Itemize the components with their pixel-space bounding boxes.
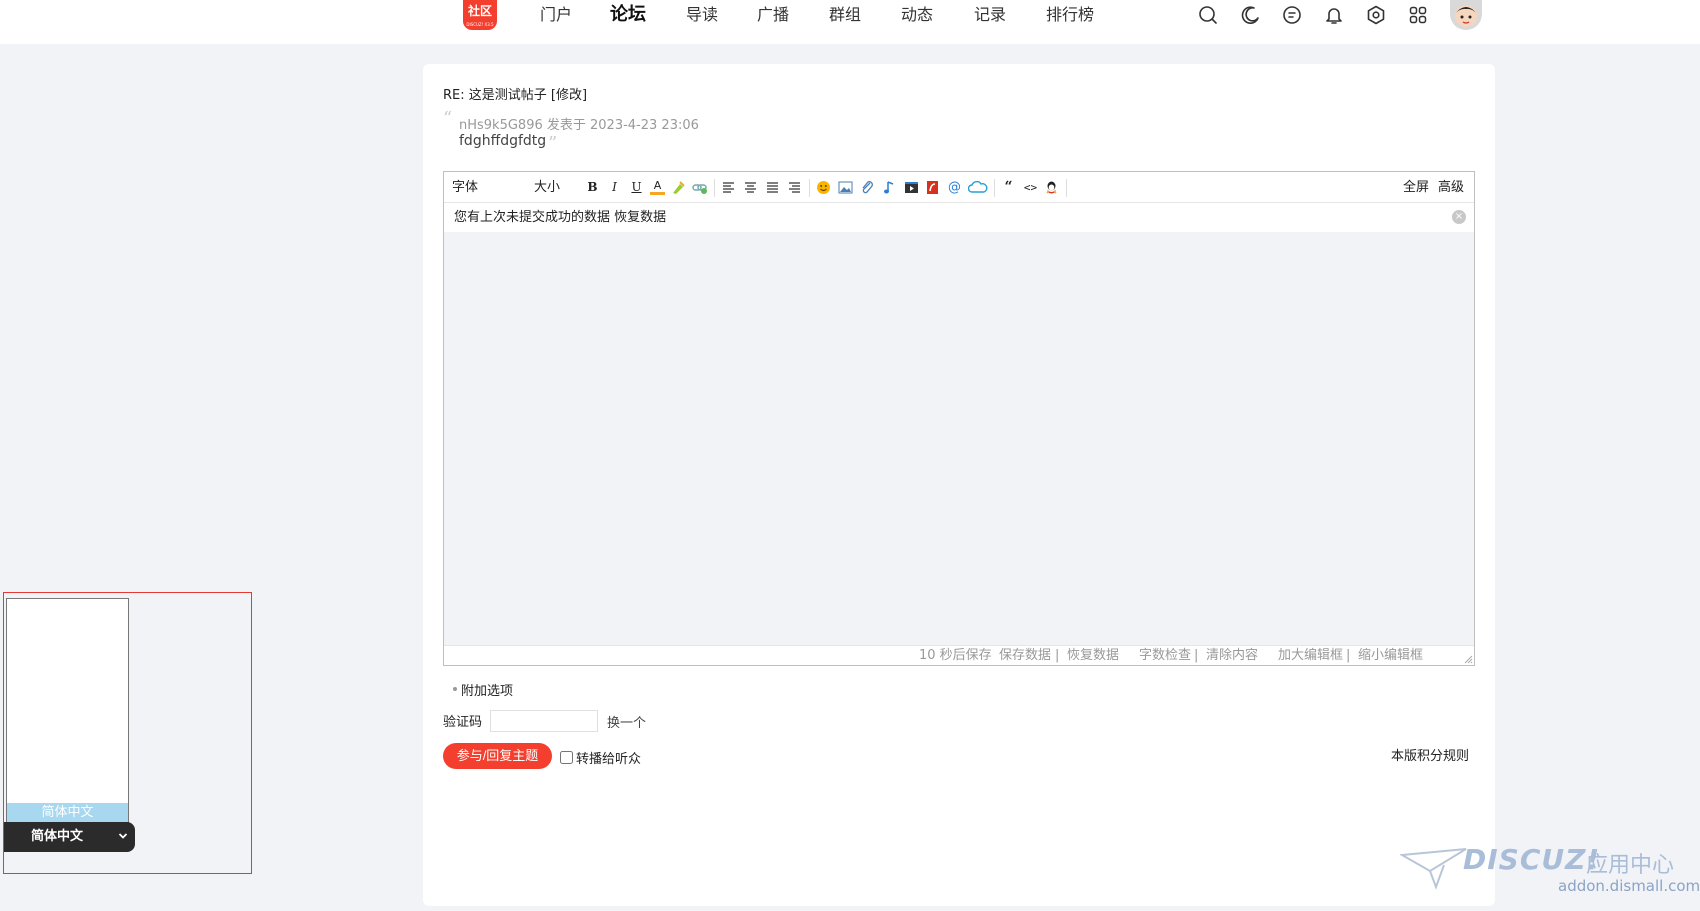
toolbar-divider xyxy=(714,179,715,197)
status-separator: | xyxy=(1055,648,1060,663)
nav-broadcast[interactable]: 广播 xyxy=(757,0,789,30)
status-separator: | xyxy=(1194,648,1199,663)
quote-open-mark: “ xyxy=(443,108,453,129)
language-selected-label: 简体中文 xyxy=(31,829,84,844)
music-icon[interactable] xyxy=(882,180,897,195)
watermark-url: addon.dismall.com xyxy=(1558,877,1700,895)
status-separator: | xyxy=(1346,648,1351,663)
language-selector[interactable]: 简体中文 xyxy=(4,822,135,852)
relay-option[interactable]: 转播给听众 xyxy=(560,748,641,767)
size-dropdown[interactable]: 大小 xyxy=(534,172,560,203)
resize-handle-icon[interactable] xyxy=(1463,654,1473,664)
bell-icon[interactable] xyxy=(1323,4,1345,26)
bold-button[interactable]: B xyxy=(585,180,600,195)
avatar-face-icon xyxy=(1455,5,1477,27)
cloud-icon[interactable] xyxy=(968,180,988,195)
quote-body: fdghffdgfdtg xyxy=(459,133,547,149)
extra-options-label: 附加选项 xyxy=(461,684,514,699)
emoji-icon[interactable] xyxy=(816,180,831,195)
align-left-icon[interactable] xyxy=(721,180,736,195)
search-icon[interactable] xyxy=(1197,4,1219,26)
nav-forum[interactable]: 论坛 xyxy=(610,0,646,30)
toolbar-divider xyxy=(809,179,810,197)
relay-checkbox[interactable] xyxy=(560,751,573,764)
extra-options-toggle[interactable]: 附加选项 xyxy=(451,680,513,699)
align-justify-icon[interactable] xyxy=(765,180,780,195)
image-icon[interactable] xyxy=(838,180,853,195)
moon-icon[interactable] xyxy=(1239,4,1261,26)
nav-records[interactable]: 记录 xyxy=(974,0,1006,30)
logo-subtext: DISCUZ! X3.5 xyxy=(466,22,494,27)
toolbar-divider xyxy=(1066,179,1067,197)
italic-button[interactable]: I xyxy=(607,180,622,195)
settings-icon[interactable] xyxy=(1365,4,1387,26)
shrink-editor-link[interactable]: 缩小编辑框 xyxy=(1358,646,1423,665)
enlarge-editor-link[interactable]: 加大编辑框 xyxy=(1278,646,1343,665)
underline-button[interactable]: U xyxy=(629,180,644,195)
editor-toolbar: 字体 大小 B I U A @ “ <> 全屏 高级 xyxy=(444,172,1474,203)
relay-label: 转播给听众 xyxy=(576,752,642,767)
grid-icon[interactable] xyxy=(1407,4,1429,26)
discuz-watermark: DISCUZ! 应用中心 addon.dismall.com xyxy=(1400,843,1700,903)
highlight-icon[interactable] xyxy=(671,180,686,195)
quote-button[interactable]: “ xyxy=(1001,180,1016,195)
advanced-mode-button[interactable]: 高级 xyxy=(1438,172,1464,203)
captcha-label: 验证码 xyxy=(443,715,483,730)
chevron-down-icon xyxy=(118,833,128,839)
top-navigation-bar: 社区 DISCUZ! X3.5 门户 论坛 导读 广播 群组 动态 记录 排行榜 xyxy=(0,0,1700,44)
nav-guide[interactable]: 导读 xyxy=(686,0,718,30)
code-button[interactable]: <> xyxy=(1022,180,1039,195)
editor-status-bar: 10 秒后保存 保存数据 | 恢复数据 字数检查 | 清除内容 加大编辑框 | … xyxy=(444,645,1474,665)
unsaved-data-notice: 您有上次未提交成功的数据 恢复数据 × xyxy=(444,203,1474,232)
align-center-icon[interactable] xyxy=(743,180,758,195)
flash-icon[interactable] xyxy=(925,180,940,195)
rich-text-editor: 字体 大小 B I U A @ “ <> 全屏 高级 您有上次未提交成功的数据 … xyxy=(443,171,1475,666)
qq-icon[interactable] xyxy=(1044,180,1059,195)
nav-activity[interactable]: 动态 xyxy=(901,0,933,30)
notice-text[interactable]: 您有上次未提交成功的数据 恢复数据 xyxy=(454,210,666,225)
nav-portal[interactable]: 门户 xyxy=(540,0,572,30)
font-color-button[interactable]: A xyxy=(650,180,665,195)
video-icon[interactable] xyxy=(904,180,919,195)
captcha-input[interactable] xyxy=(490,710,598,732)
link-icon[interactable] xyxy=(692,180,707,195)
message-icon[interactable] xyxy=(1281,4,1303,26)
forum-points-rules-link[interactable]: 本版积分规则 xyxy=(1391,745,1469,764)
align-right-icon[interactable] xyxy=(787,180,802,195)
word-count-link[interactable]: 字数检查 xyxy=(1139,646,1191,665)
clear-content-link[interactable]: 清除内容 xyxy=(1206,646,1258,665)
paper-plane-icon xyxy=(1400,848,1467,890)
logo-text: 社区 xyxy=(467,4,492,18)
site-logo[interactable]: 社区 DISCUZ! X3.5 xyxy=(463,0,497,30)
language-option-simplified-chinese[interactable]: 简体中文 xyxy=(7,803,128,823)
captcha-refresh-link[interactable]: 换一个 xyxy=(607,712,646,731)
autosave-countdown: 10 秒后保存 xyxy=(919,648,992,663)
nav-ranking[interactable]: 排行榜 xyxy=(1046,0,1094,30)
mention-button[interactable]: @ xyxy=(947,180,962,195)
watermark-brand: DISCUZ! xyxy=(1463,843,1601,876)
reply-title: RE: 这是测试帖子 [修改] xyxy=(443,88,588,103)
fullscreen-button[interactable]: 全屏 xyxy=(1403,172,1429,203)
restore-data-link[interactable]: 恢复数据 xyxy=(1067,646,1119,665)
save-data-link[interactable]: 保存数据 xyxy=(999,646,1051,665)
quote-close-mark: ” xyxy=(548,133,558,154)
quote-meta: nHs9k5G896 发表于 2023-4-23 23:06 xyxy=(459,118,699,133)
close-icon[interactable]: × xyxy=(1452,210,1466,224)
submit-reply-button[interactable]: 参与/回复主题 xyxy=(443,743,552,769)
watermark-app-center: 应用中心 xyxy=(1586,853,1675,878)
attachment-icon[interactable] xyxy=(860,180,875,195)
toolbar-divider xyxy=(994,179,995,197)
language-dropdown-list: 简体中文 xyxy=(6,598,129,824)
nav-groups[interactable]: 群组 xyxy=(829,0,861,30)
user-avatar[interactable] xyxy=(1450,0,1482,30)
font-dropdown[interactable]: 字体 xyxy=(452,172,478,203)
